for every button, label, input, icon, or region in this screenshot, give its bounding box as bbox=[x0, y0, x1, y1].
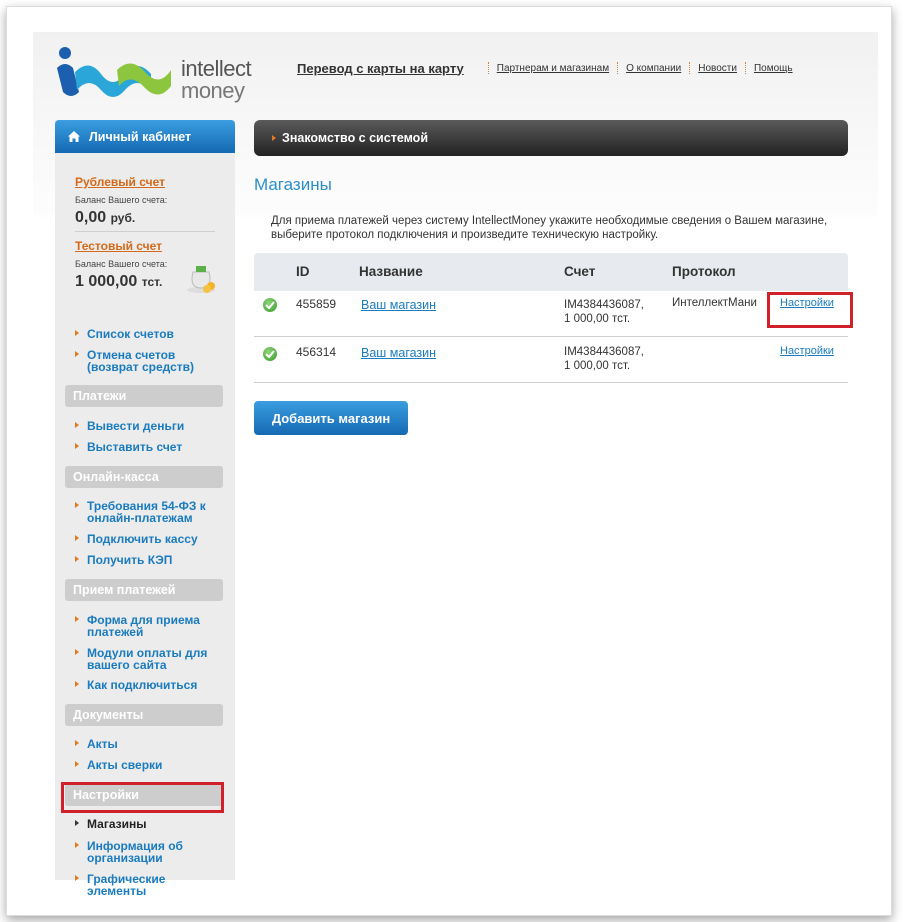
nav-separator bbox=[689, 62, 691, 74]
col-name-header: Название bbox=[359, 264, 423, 279]
reconciliation-acts-link[interactable]: Акты сверки bbox=[75, 759, 162, 771]
shop-name-link[interactable]: Ваш магазин bbox=[361, 298, 436, 312]
ruble-account-link[interactable]: Рублевый счет bbox=[75, 175, 165, 189]
ruble-balance-value: 0,00 руб. bbox=[75, 209, 136, 226]
logo-text-money: money bbox=[181, 78, 245, 103]
section-online-cashier: Онлайн-касса bbox=[65, 466, 223, 488]
organization-info-link[interactable]: Информация об организации bbox=[75, 840, 205, 864]
page-title: Магазины bbox=[254, 175, 332, 194]
top-nav: Перевод с карты на карту Партнерам и маг… bbox=[297, 58, 793, 78]
check-icon bbox=[263, 298, 277, 312]
col-id-header: ID bbox=[296, 264, 310, 279]
section-documents: Документы bbox=[65, 704, 223, 726]
acts-link[interactable]: Акты bbox=[75, 738, 118, 750]
table-row: 456314 Ваш магазин IM4384436087, 1 000,00… bbox=[254, 337, 848, 383]
nav-news-link[interactable]: Новости bbox=[698, 63, 737, 74]
nav-separator bbox=[617, 62, 619, 74]
shop-account: IM4384436087, 1 000,00 тст. bbox=[564, 346, 644, 372]
personal-cabinet-header[interactable]: Личный кабинет bbox=[55, 120, 235, 153]
money-bag-icon bbox=[187, 266, 215, 293]
connect-cashier-link[interactable]: Подключить кассу bbox=[75, 533, 198, 545]
table-header: ID Название Счет Протокол bbox=[254, 253, 848, 291]
shop-name-link[interactable]: Ваш магазин bbox=[361, 346, 436, 360]
settings-highlight-box bbox=[767, 292, 853, 328]
screenshot-frame: intellect money Перевод с карты на карту… bbox=[6, 6, 892, 916]
nav-help-link[interactable]: Помощь bbox=[754, 63, 793, 74]
section-payment-acceptance: Прием платежей bbox=[65, 579, 223, 601]
graphic-elements-link[interactable]: Графические элементы bbox=[75, 873, 195, 896]
intro-bar-label: Знакомство с системой bbox=[282, 131, 429, 145]
bar-arrow-icon bbox=[272, 135, 276, 141]
ruble-balance-label: Баланс Вашего счета: bbox=[75, 195, 168, 205]
accounts-list-link[interactable]: Список счетов bbox=[75, 328, 174, 340]
test-balance-value: 1 000,00 тст. bbox=[75, 273, 163, 290]
page: intellect money Перевод с карты на карту… bbox=[33, 32, 878, 896]
test-balance-label: Баланс Вашего счета: bbox=[75, 259, 168, 269]
col-account-header: Счет bbox=[564, 264, 596, 279]
nav-card-transfer-link[interactable]: Перевод с карты на карту bbox=[297, 61, 464, 76]
nav-separator bbox=[487, 62, 489, 74]
home-icon bbox=[68, 131, 80, 142]
personal-cabinet-label: Личный кабинет bbox=[89, 129, 192, 144]
sidebar: Личный кабинет Рублевый счет Баланс Ваше… bbox=[55, 120, 235, 896]
shop-id: 455859 bbox=[296, 297, 337, 311]
cancel-invoices-link[interactable]: Отмена счетов (возврат средств) bbox=[75, 349, 225, 373]
add-shop-button[interactable]: Добавить магазин bbox=[254, 401, 408, 435]
nav-partners-link[interactable]: Партнерам и магазинам bbox=[497, 63, 609, 74]
nav-about-link[interactable]: О компании bbox=[626, 63, 681, 74]
payment-form-link[interactable]: Форма для приема платежей bbox=[75, 614, 205, 638]
shops-highlight-box bbox=[61, 782, 224, 813]
col-protocol-header: Протокол bbox=[672, 264, 736, 279]
logo[interactable]: intellect money bbox=[55, 46, 252, 103]
payment-modules-link[interactable]: Модули оплаты для вашего сайта bbox=[75, 647, 215, 671]
how-to-connect-link[interactable]: Как подключиться bbox=[75, 679, 197, 691]
requirements-54fz-link[interactable]: Требования 54-ФЗ к онлайн-платежам bbox=[75, 500, 225, 524]
intro-bar[interactable]: Знакомство с системой bbox=[254, 120, 848, 156]
check-icon bbox=[263, 347, 277, 361]
account-divider bbox=[75, 231, 215, 232]
logo-mark-icon bbox=[57, 47, 171, 97]
section-payments: Платежи bbox=[65, 385, 223, 407]
shop-account: IM4384436087, 1 000,00 тст. bbox=[564, 299, 644, 325]
shop-protocol: ИнтеллектМани bbox=[672, 297, 757, 309]
shops-link[interactable]: Магазины bbox=[75, 818, 146, 830]
nav-separator bbox=[744, 62, 746, 74]
issue-invoice-link[interactable]: Выставить счет bbox=[75, 441, 182, 453]
get-kep-link[interactable]: Получить КЭП bbox=[75, 554, 172, 566]
table-row: 455859 Ваш магазин IM4384436087, 1 000,00… bbox=[254, 291, 848, 337]
withdraw-money-link[interactable]: Вывести деньги bbox=[75, 420, 184, 432]
shop-settings-link[interactable]: Настройки bbox=[780, 345, 834, 357]
test-account-link[interactable]: Тестовый счет bbox=[75, 239, 162, 253]
page-description: Для приема платежей через систему Intell… bbox=[271, 215, 828, 241]
shop-id: 456314 bbox=[296, 345, 337, 359]
